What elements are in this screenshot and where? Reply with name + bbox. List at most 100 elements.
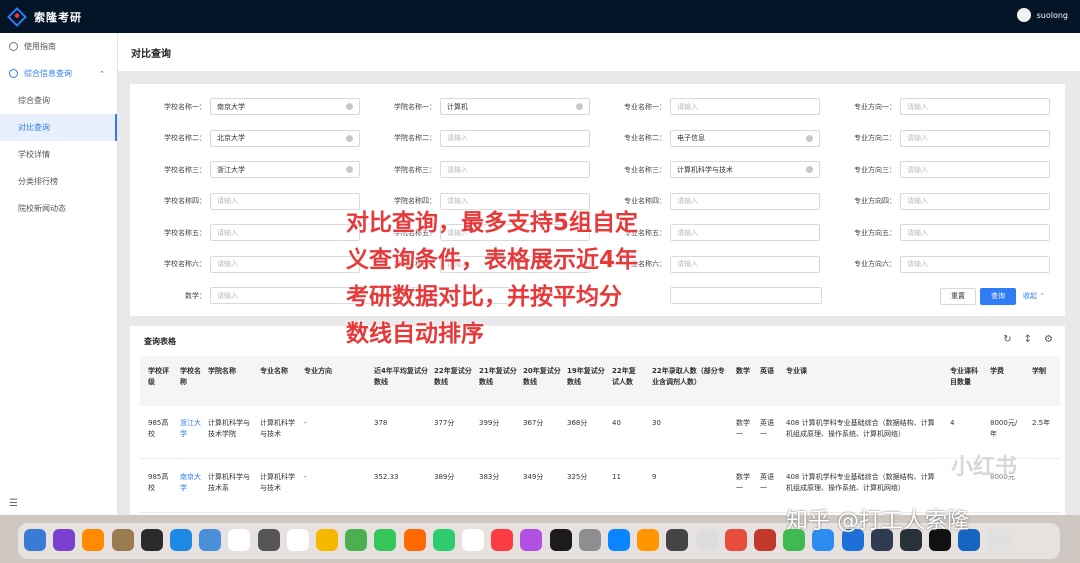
dock-app-icon[interactable] [754,529,776,551]
sidebar-item-school-detail[interactable]: 学校详情 [0,141,117,168]
collapse-sidebar-icon[interactable]: ☰ [9,498,18,509]
results-table-panel: 查询表格 ↻ ↕ ⚙ 学校评级 学校名称 学院名称 专业名称 专业方向 近4年平均复试分数… [130,326,1065,515]
dock-app-icon[interactable] [637,529,660,551]
density-icon[interactable]: ↕ [1024,334,1032,345]
column-header-admit[interactable]: 22年录取人数（部分专业含调剂人数） [652,366,730,388]
sidebar-item-label: 使用指南 [24,42,56,51]
dock-app-icon[interactable] [53,529,76,551]
table-cell-school[interactable]: 浙江大学 [180,418,202,440]
dock-app-icon[interactable] [257,529,280,551]
dock-app-icon[interactable] [578,529,601,551]
reset-button[interactable]: 重置 [940,288,976,305]
clear-icon[interactable] [806,166,813,173]
school-field-2: 学校名称二： 北京大学 [130,129,360,147]
school-input[interactable]: 请输入 [210,192,360,210]
direction-input[interactable]: 请输入 [900,161,1050,178]
direction-input[interactable]: 请输入 [900,255,1050,273]
dock-app-icon[interactable] [170,529,192,551]
major-input[interactable]: 计算机科学与技术 [670,161,820,178]
annotation-line: 考研数据对比，并按平均分 [346,284,622,310]
column-header-college[interactable]: 学院名称 [208,366,256,377]
column-header-s19[interactable]: 19年复试分数线 [567,366,607,388]
major-label: 专业名称三： [624,165,666,174]
column-header-fee[interactable]: 学费 [990,366,1024,377]
column-header-s22[interactable]: 22年复试分数线 [434,366,474,388]
table-cell-dir: - [304,473,307,481]
school-field-1: 学校名称一： 南京大学 [130,98,360,115]
dock-app-icon[interactable] [666,529,689,551]
school-input[interactable]: 请输入 [210,224,360,241]
clear-icon[interactable] [346,166,353,173]
column-header-math[interactable]: 数学 [736,366,750,377]
dock-app-icon[interactable] [403,529,426,551]
dock-app-icon[interactable] [82,529,105,551]
table-cell-college: 计算机科学与技术学院 [208,419,250,438]
username[interactable]: suolong [1037,11,1068,20]
column-header-dir[interactable]: 专业方向 [304,366,340,377]
dock-app-icon[interactable] [345,529,368,551]
dock-app-icon[interactable] [608,529,630,551]
column-header-level[interactable]: 学校评级 [148,366,174,388]
column-header-avg[interactable]: 近4年平均复试分数线 [374,366,428,388]
dock-app-icon[interactable] [199,529,222,551]
dock-app-icon[interactable] [316,529,338,551]
table-cell-school[interactable]: 南京大学 [180,472,202,494]
dock-app-icon[interactable] [462,529,484,551]
dock-app-icon[interactable] [111,529,134,551]
college-input[interactable]: 请输入 [440,129,590,147]
sidebar-item-compare-query[interactable]: 对比查询 [0,114,117,141]
dock-app-icon[interactable] [724,529,747,551]
dock-app-icon[interactable] [24,529,46,551]
school-input[interactable]: 浙江大学 [210,161,360,178]
sidebar-item-guide[interactable]: 使用指南 [0,33,117,60]
school-input[interactable]: 北京大学 [210,129,360,147]
dock-app-icon[interactable] [491,529,514,551]
school-input[interactable]: 请输入 [210,255,360,273]
column-header-s20[interactable]: 20年复试分数线 [523,366,563,388]
user-menu[interactable]: suolong [1016,8,1068,22]
school-input[interactable]: 南京大学 [210,98,360,115]
dock-app-icon[interactable] [987,529,1010,551]
dock-app-icon[interactable] [140,529,163,551]
major-input[interactable]: 电子信息 [670,129,820,147]
direction-input[interactable]: 请输入 [900,192,1050,210]
sidebar-item-ranking[interactable]: 分类排行榜 [0,168,117,195]
sidebar-group-info-query[interactable]: 综合信息查询 ⌃ [0,60,117,87]
major-input[interactable]: 请输入 [670,98,820,115]
column-header-n22[interactable]: 22年复试人数 [612,366,642,388]
clear-icon[interactable] [346,103,353,110]
settings-icon[interactable]: ⚙ [1044,334,1053,345]
direction-input[interactable]: 请输入 [900,129,1050,147]
sidebar-item-general-query[interactable]: 综合查询 [0,87,117,114]
dock-app-icon[interactable] [549,529,572,551]
sidebar-item-news[interactable]: 院校新闻动态 [0,195,117,222]
clear-icon[interactable] [576,103,583,110]
refresh-icon[interactable]: ↻ [1003,334,1011,345]
column-header-school[interactable]: 学校名称 [180,366,202,388]
college-input[interactable]: 请输入 [440,161,590,178]
column-header-eng[interactable]: 英语 [760,366,774,377]
query-button[interactable]: 查询 [980,288,1016,305]
column-header-courses[interactable]: 专业课 [786,366,936,377]
column-header-s21[interactable]: 21年复试分数线 [479,366,519,388]
dock-app-icon[interactable] [432,529,455,551]
dock-app-icon[interactable] [520,529,543,551]
dock-app-icon[interactable] [228,529,251,551]
direction-input[interactable]: 请输入 [900,224,1050,241]
clear-icon[interactable] [806,134,813,142]
clear-icon[interactable] [346,134,353,142]
college-input[interactable]: 计算机 [440,98,590,115]
dock-app-icon[interactable] [374,529,397,551]
column-header-major[interactable]: 专业名称 [260,366,300,377]
direction-field-5: 专业方向五： 请输入 [820,224,1050,241]
dock-app-icon[interactable] [695,529,718,551]
avatar[interactable] [1016,8,1031,22]
dock-app-icon[interactable] [286,529,309,551]
direction-field-4: 专业方向四： 请输入 [820,192,1050,210]
direction-input[interactable]: 请输入 [900,98,1050,115]
collapse-link[interactable]: 收起 ⌃ [1023,288,1045,305]
table-toolbar: ↻ ↕ ⚙ [1003,334,1053,345]
column-header-ncourse[interactable]: 专业课科目数量 [950,366,978,388]
column-header-years[interactable]: 学制 [1032,366,1056,377]
college-label: 学院名称一： [394,102,436,111]
